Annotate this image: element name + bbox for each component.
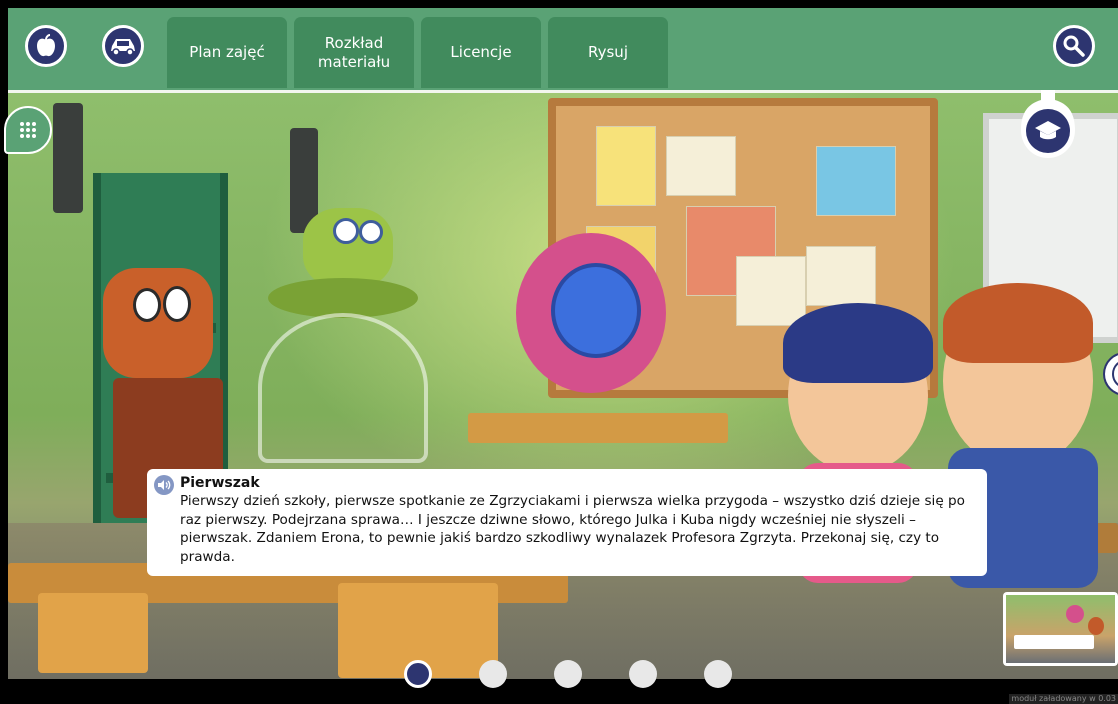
load-time-label: moduł załadowany w 0.03	[1009, 694, 1118, 704]
girl-character	[783, 303, 933, 473]
tab-plan-zajec[interactable]: Plan zajęć	[167, 17, 287, 88]
apps-grid-icon	[20, 122, 36, 138]
page-dot-5[interactable]	[704, 660, 732, 688]
tab-label: Rozkład materiału	[317, 33, 391, 71]
slide-pagination	[0, 660, 1118, 692]
slide-thumbnail[interactable]	[1003, 592, 1118, 666]
caption-text: Pierwszy dzień szkoły, pierwsze spotkani…	[180, 493, 965, 565]
page-dot-1[interactable]	[404, 660, 432, 688]
teacher-mode-button[interactable]	[1021, 90, 1075, 158]
tab-label: Plan zajęć	[189, 43, 265, 61]
car-button[interactable]	[102, 25, 144, 67]
search-icon	[1063, 35, 1085, 57]
apple-icon	[37, 34, 55, 57]
car-icon	[111, 39, 135, 56]
caption-title: Pierwszak	[180, 475, 260, 491]
page-dot-4[interactable]	[629, 660, 657, 688]
boy-character	[943, 283, 1093, 468]
search-button[interactable]	[1053, 25, 1095, 67]
lesson-illustration	[8, 93, 1118, 679]
tab-rysuj[interactable]: Rysuj	[548, 17, 668, 88]
apps-menu-button[interactable]	[4, 106, 52, 154]
desk	[468, 413, 728, 443]
tab-rozklad-materialu[interactable]: Rozkład materiału	[294, 17, 414, 88]
chevron-right-icon	[1112, 362, 1118, 386]
apple-button[interactable]	[25, 25, 67, 67]
tab-label: Rysuj	[588, 43, 628, 61]
green-robot	[303, 208, 393, 288]
orange-robot	[103, 268, 213, 378]
page-dot-3[interactable]	[554, 660, 582, 688]
tab-label: Licencje	[450, 43, 512, 61]
lesson-caption: Pierwszak Pierwszy dzień szkoły, pierwsz…	[147, 469, 987, 576]
pink-robot	[516, 233, 666, 393]
page-dot-2[interactable]	[479, 660, 507, 688]
speaker-icon[interactable]	[154, 475, 174, 495]
wall-speaker	[53, 103, 83, 213]
tab-licencje[interactable]: Licencje	[421, 17, 541, 88]
